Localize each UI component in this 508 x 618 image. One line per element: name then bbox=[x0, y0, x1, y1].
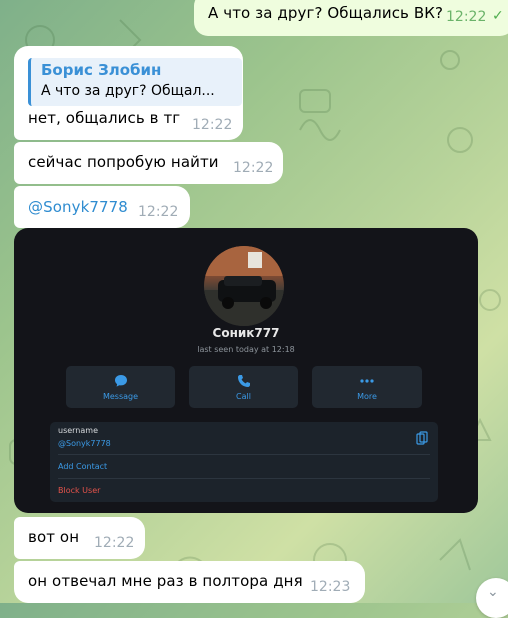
incoming-message-bubble[interactable]: вот он 12:22 bbox=[14, 517, 145, 559]
message-time: 12:22 bbox=[94, 535, 135, 551]
outgoing-message-bubble[interactable]: А что за друг? Общались ВК? 12:22 ✓ bbox=[194, 0, 508, 36]
qr-code-icon[interactable] bbox=[416, 430, 428, 449]
profile-screenshot-image[interactable]: Соник777 last seen today at 12:18 Messag… bbox=[14, 228, 478, 513]
car-photo-icon bbox=[204, 246, 284, 326]
profile-info-card: username @Sonyk7778 Add Contact Block Us… bbox=[50, 422, 438, 502]
quote-text: А что за друг? Общал... bbox=[41, 83, 215, 99]
message-text: нет, общались в тг bbox=[28, 109, 181, 127]
block-user-button[interactable]: Block User bbox=[58, 486, 100, 495]
message-time: 12:22 bbox=[446, 9, 487, 25]
message-text: вот он bbox=[28, 528, 80, 546]
avatar bbox=[204, 246, 284, 326]
more-action-button[interactable]: More bbox=[312, 366, 422, 408]
profile-name: Соник777 bbox=[212, 326, 280, 340]
message-text: он отвечал мне раз в полтора дня bbox=[28, 572, 303, 590]
last-seen-status: last seen today at 12:18 bbox=[197, 345, 295, 354]
more-dots-icon bbox=[312, 374, 422, 391]
message-text: сейчас попробую найти bbox=[28, 153, 219, 171]
action-label: More bbox=[357, 392, 377, 401]
username-value[interactable]: @Sonyk7778 bbox=[58, 439, 111, 448]
message-action-button[interactable]: Message bbox=[66, 366, 175, 408]
message-bubble-icon bbox=[66, 374, 175, 391]
message-time: 12:22 bbox=[138, 204, 179, 220]
message-text: А что за друг? Общались ВК? bbox=[208, 4, 444, 22]
quote-author: Борис Злобин bbox=[41, 61, 162, 79]
divider bbox=[58, 454, 430, 455]
add-contact-button[interactable]: Add Contact bbox=[58, 462, 107, 471]
username-label: username bbox=[58, 426, 98, 435]
call-action-button[interactable]: Call bbox=[189, 366, 298, 408]
incoming-message-bubble[interactable]: он отвечал мне раз в полтора дня 12:23 bbox=[14, 561, 365, 603]
message-time: 12:22 bbox=[192, 117, 233, 133]
quoted-reply[interactable]: Борис Злобин А что за друг? Общал... bbox=[28, 58, 242, 106]
action-label: Message bbox=[102, 392, 139, 401]
incoming-message-bubble[interactable]: сейчас попробую найти 12:22 bbox=[14, 142, 283, 184]
incoming-message-bubble[interactable]: @Sonyk7778 12:22 bbox=[14, 186, 190, 228]
message-time: 12:22 bbox=[233, 160, 274, 176]
reply-message-bubble[interactable]: Борис Злобин А что за друг? Общал... нет… bbox=[14, 46, 243, 140]
phone-icon bbox=[189, 374, 298, 391]
read-check-icon: ✓ bbox=[492, 8, 504, 24]
username-link[interactable]: @Sonyk7778 bbox=[28, 198, 128, 216]
action-label: Call bbox=[236, 392, 251, 401]
message-time: 12:23 bbox=[310, 579, 351, 595]
divider bbox=[58, 478, 430, 479]
scroll-down-button[interactable]: ⌄ bbox=[476, 578, 508, 618]
chevron-down-icon: ⌄ bbox=[487, 584, 499, 600]
